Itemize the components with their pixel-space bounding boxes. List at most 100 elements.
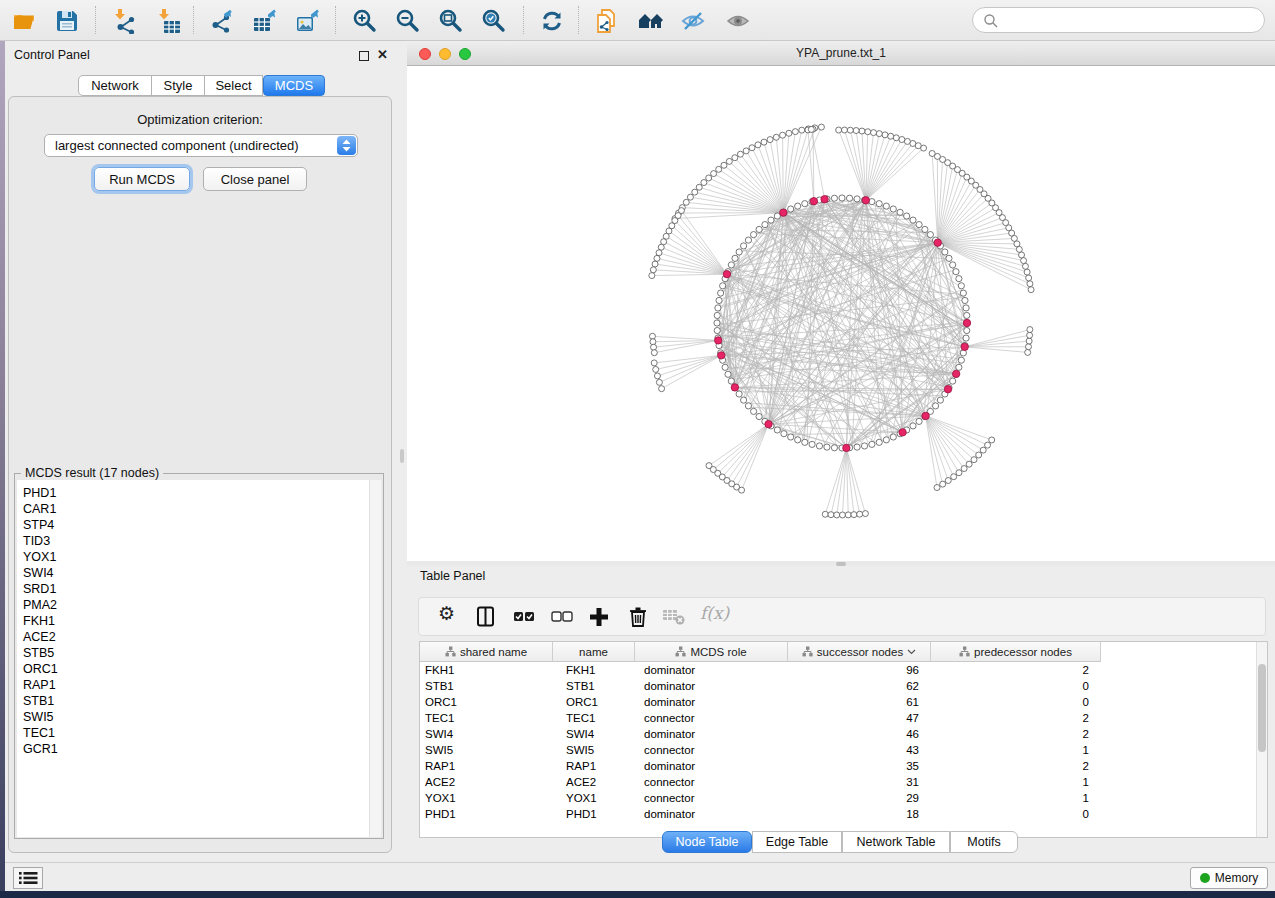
mcds-result-item[interactable]: CAR1 xyxy=(17,501,381,517)
table-cell: 2 xyxy=(931,726,1101,742)
mcds-result-item[interactable]: RAP1 xyxy=(17,677,381,693)
first-neighbors-icon[interactable] xyxy=(637,8,663,34)
show-all-icon[interactable] xyxy=(725,8,751,34)
mcds-result-item[interactable]: TEC1 xyxy=(17,725,381,741)
column-header-MCDS-role[interactable]: MCDS role xyxy=(635,642,788,662)
table-cell: PHD1 xyxy=(420,806,553,822)
mcds-result-item[interactable]: ORC1 xyxy=(17,661,381,677)
table-row[interactable]: TEC1TEC1connector472 xyxy=(420,710,1101,726)
zoom-selected-icon[interactable] xyxy=(481,8,507,34)
add-icon[interactable] xyxy=(586,605,612,633)
table-row[interactable]: RAP1RAP1dominator352 xyxy=(420,758,1101,774)
table-cell: connector xyxy=(635,710,788,726)
tab-select[interactable]: Select xyxy=(204,75,263,96)
status-menu-button[interactable] xyxy=(13,867,43,889)
table-row[interactable]: ORC1ORC1dominator610 xyxy=(420,694,1101,710)
toolbar-separator xyxy=(523,6,524,34)
tab-node-table[interactable]: Node Table xyxy=(662,831,752,853)
control-panel-float-icon[interactable] xyxy=(359,51,369,61)
tab-motifs[interactable]: Motifs xyxy=(950,831,1018,853)
table-row[interactable]: PHD1PHD1dominator180 xyxy=(420,806,1101,822)
mcds-result-item[interactable]: STB5 xyxy=(17,645,381,661)
delete-table-icon[interactable] xyxy=(662,608,688,632)
table-cell: ACE2 xyxy=(553,774,635,790)
tab-network[interactable]: Network xyxy=(78,75,152,96)
run-mcds-button[interactable]: Run MCDS xyxy=(94,167,190,191)
mcds-result-item[interactable]: SWI4 xyxy=(17,565,381,581)
column-header-successor-nodes[interactable]: successor nodes xyxy=(788,642,931,662)
zoom-fit-icon[interactable] xyxy=(438,8,464,34)
network-window-titlebar[interactable]: YPA_prune.txt_1 xyxy=(407,41,1275,66)
table-cell: RAP1 xyxy=(420,758,553,774)
function-builder-icon[interactable]: f(x) xyxy=(700,603,729,623)
export-table-icon[interactable] xyxy=(252,8,278,34)
table-cell: SWI5 xyxy=(553,742,635,758)
table-cell: 46 xyxy=(788,726,931,742)
criterion-dropdown[interactable]: largest connected component (undirected) xyxy=(44,134,358,157)
mcds-result-item[interactable]: ACE2 xyxy=(17,629,381,645)
import-table-icon[interactable] xyxy=(156,8,182,34)
table-cell: 62 xyxy=(788,678,931,694)
column-header-shared-name[interactable]: shared name xyxy=(420,642,553,662)
select-all-icon[interactable] xyxy=(512,605,538,633)
tab-network-table[interactable]: Network Table xyxy=(842,831,950,853)
export-image-icon[interactable] xyxy=(295,8,321,34)
tab-mcds[interactable]: MCDS xyxy=(263,75,325,96)
export-network-icon[interactable] xyxy=(210,8,236,34)
table-cell: 1 xyxy=(931,774,1101,790)
mcds-result-item[interactable]: SRD1 xyxy=(17,581,381,597)
close-panel-button[interactable]: Close panel xyxy=(203,167,307,191)
mcds-result-item[interactable]: PHD1 xyxy=(17,485,381,501)
mcds-result-item[interactable]: STP4 xyxy=(17,517,381,533)
hide-selected-icon[interactable] xyxy=(680,8,706,34)
table-row[interactable]: FKH1FKH1dominator962 xyxy=(420,662,1101,678)
mcds-result-item[interactable]: PMA2 xyxy=(17,597,381,613)
table-cell: ORC1 xyxy=(420,694,553,710)
mcds-result-item[interactable]: FKH1 xyxy=(17,613,381,629)
table-body: FKH1FKH1dominator962STB1STB1dominator620… xyxy=(420,662,1101,822)
table-row[interactable]: SWI4SWI4dominator462 xyxy=(420,726,1101,742)
control-panel-close-icon[interactable]: ✕ xyxy=(377,47,388,62)
show-columns-icon[interactable] xyxy=(474,605,498,633)
table-cell: YOX1 xyxy=(420,790,553,806)
mcds-result-item[interactable]: GCR1 xyxy=(17,741,381,757)
open-file-icon[interactable] xyxy=(12,8,38,34)
table-cell: 96 xyxy=(788,662,931,678)
mcds-scrollbar[interactable] xyxy=(369,480,381,837)
tab-style[interactable]: Style xyxy=(151,75,205,96)
column-header-predecessor-nodes[interactable]: predecessor nodes xyxy=(931,642,1101,662)
network-canvas[interactable] xyxy=(407,66,1275,561)
zoom-out-icon[interactable] xyxy=(395,8,421,34)
duplicate-network-icon[interactable] xyxy=(594,8,620,34)
mcds-result-item[interactable]: TID3 xyxy=(17,533,381,549)
table-cell: TEC1 xyxy=(553,710,635,726)
column-header-name[interactable]: name xyxy=(553,642,635,662)
table-cell: 0 xyxy=(931,806,1101,822)
save-icon[interactable] xyxy=(54,8,80,34)
table-row[interactable]: STB1STB1dominator620 xyxy=(420,678,1101,694)
mcds-result-item[interactable]: STB1 xyxy=(17,693,381,709)
table-header: shared namenameMCDS rolesuccessor nodesp… xyxy=(420,642,1101,662)
table-row[interactable]: SWI5SWI5connector431 xyxy=(420,742,1101,758)
vertical-splitter[interactable] xyxy=(398,41,407,862)
search-input[interactable] xyxy=(972,7,1265,33)
table-panel: Table Panel ⚙ f(x) shared namenameMCDS r… xyxy=(407,566,1275,862)
table-cell: 61 xyxy=(788,694,931,710)
table-cell: dominator xyxy=(635,806,788,822)
dropdown-stepper-icon[interactable] xyxy=(337,136,356,155)
mcds-result-item[interactable]: SWI5 xyxy=(17,709,381,725)
refresh-icon[interactable] xyxy=(539,8,565,34)
optimization-criterion-label: Optimization criterion: xyxy=(8,112,392,127)
table-row[interactable]: ACE2ACE2connector311 xyxy=(420,774,1101,790)
delete-icon[interactable] xyxy=(626,605,650,633)
deselect-all-icon[interactable] xyxy=(550,605,576,633)
table-settings-gear-icon[interactable]: ⚙ xyxy=(438,602,455,625)
table-scrollbar[interactable] xyxy=(1256,642,1267,837)
network-window-title: YPA_prune.txt_1 xyxy=(407,46,1275,60)
memory-button[interactable]: Memory xyxy=(1190,867,1268,889)
import-network-icon[interactable] xyxy=(112,8,138,34)
zoom-in-icon[interactable] xyxy=(352,8,378,34)
tab-edge-table[interactable]: Edge Table xyxy=(752,831,842,853)
table-row[interactable]: YOX1YOX1connector291 xyxy=(420,790,1101,806)
mcds-result-item[interactable]: YOX1 xyxy=(17,549,381,565)
